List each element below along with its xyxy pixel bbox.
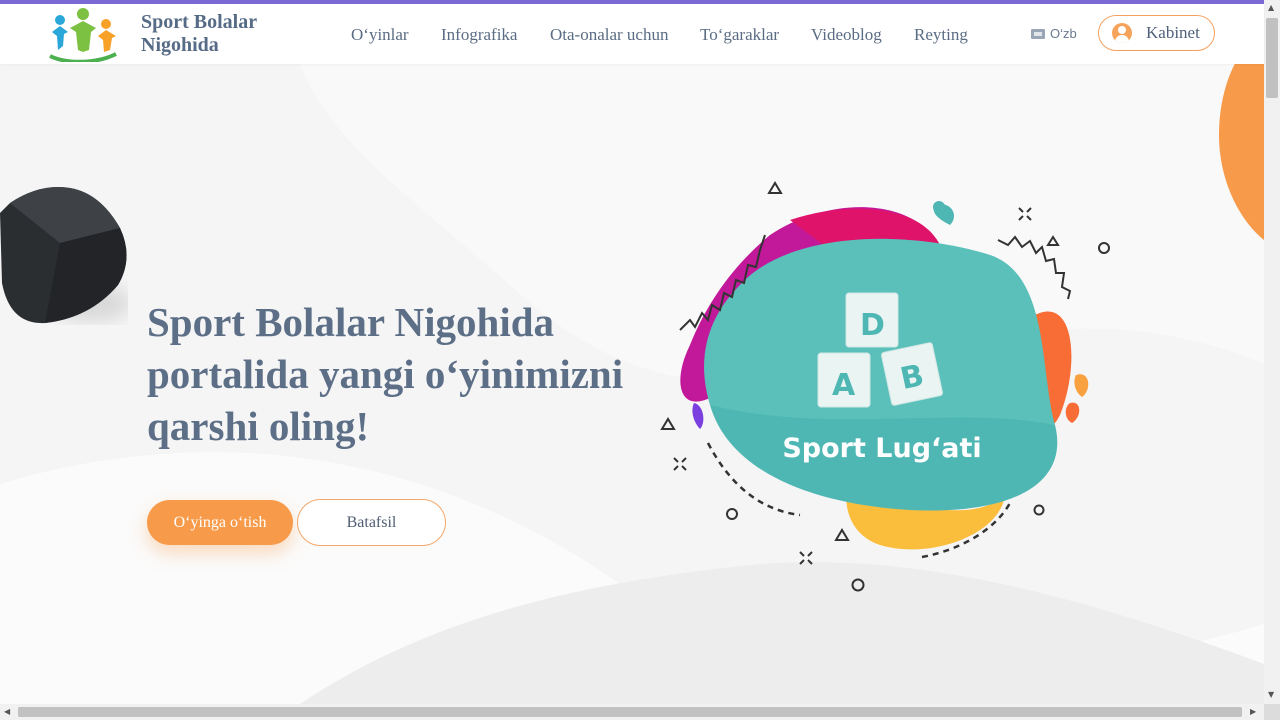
cabinet-button[interactable]: Kabinet	[1098, 15, 1215, 51]
logo-people-icon[interactable]	[46, 6, 120, 62]
nav-infografika[interactable]: Infografika	[441, 25, 517, 45]
language-icon	[1031, 28, 1045, 39]
cabinet-label: Kabinet	[1146, 23, 1200, 42]
user-icon	[1112, 23, 1132, 43]
scroll-down-arrow-icon[interactable]: ▼	[1268, 690, 1274, 699]
block-a: A	[832, 368, 856, 403]
brand-name[interactable]: Sport Bolalar Nigohida	[141, 11, 257, 57]
scroll-left-arrow-icon[interactable]: ◀	[4, 707, 10, 716]
site-header: Sport Bolalar Nigohida O‘yinlar Infograf…	[0, 4, 1264, 64]
brand-line-1: Sport Bolalar	[141, 11, 258, 33]
nav-reyting[interactable]: Reyting	[914, 25, 968, 45]
dark-cube-decoration	[0, 187, 128, 324]
game-illustration[interactable]: D A B Sport Lug‘ati	[650, 175, 1120, 605]
brand-line-2: Nigohida	[141, 34, 219, 56]
language-switcher[interactable]: O‘zb	[1031, 26, 1077, 41]
vertical-scrollbar-thumb[interactable]	[1266, 18, 1278, 98]
horizontal-scrollbar-thumb[interactable]	[18, 707, 1242, 717]
scroll-right-arrow-icon[interactable]: ▶	[1250, 707, 1256, 716]
play-game-button[interactable]: O‘yinga o‘tish	[147, 500, 293, 545]
nav-oyinlar[interactable]: O‘yinlar	[351, 25, 409, 45]
scrollbar-corner	[1264, 704, 1280, 720]
nav-videoblog[interactable]: Videoblog	[811, 25, 882, 45]
game-name-label: Sport Lug‘ati	[782, 433, 981, 464]
details-button[interactable]: Batafsil	[297, 499, 446, 546]
block-d: D	[860, 308, 885, 343]
vertical-scrollbar[interactable]	[1264, 0, 1280, 704]
hero-title: Sport Bolalar Nigohida portalida yangi o…	[147, 299, 624, 449]
language-label: O‘zb	[1050, 26, 1077, 41]
nav-togaraklar[interactable]: To‘garaklar	[700, 25, 779, 45]
scroll-up-arrow-icon[interactable]: ▲	[1268, 3, 1274, 12]
nav-ota-onalar[interactable]: Ota-onalar uchun	[550, 25, 668, 45]
